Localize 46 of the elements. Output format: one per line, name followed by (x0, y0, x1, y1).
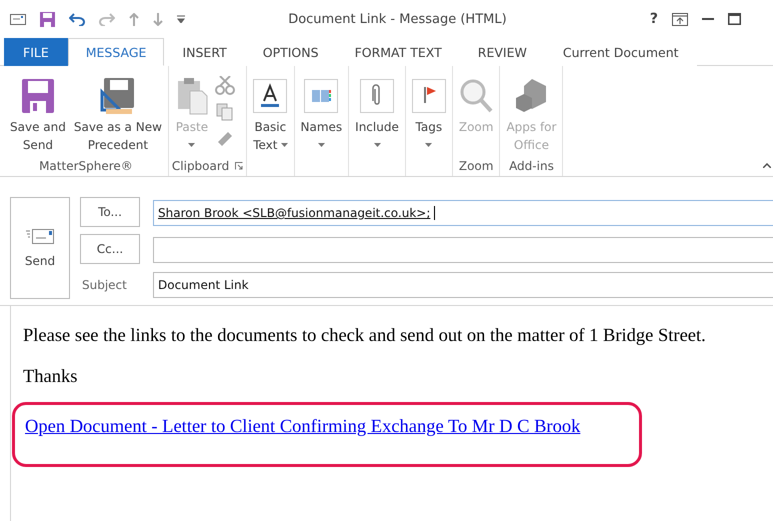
address-book-icon (304, 79, 338, 113)
paperclip-icon (360, 79, 394, 113)
cc-field[interactable] (153, 237, 773, 263)
collapse-ribbon-icon[interactable] (763, 163, 771, 168)
floppy-ruler-icon (100, 78, 136, 114)
cc-button[interactable]: Cc... (80, 234, 140, 264)
message-text: Please see the links to the documents to check and send out on the matter of 1 Bridge Street. (23, 326, 707, 347)
window-title: Document Link - Message (HTML) (287, 12, 508, 26)
ribbon-display-icon[interactable] (672, 12, 688, 26)
group-label: Clipboard (172, 159, 230, 173)
maximize-icon[interactable] (728, 13, 741, 25)
help-button[interactable]: ? (650, 11, 658, 27)
group-label: Add-ins (509, 159, 554, 173)
subject-label: Subject (81, 278, 128, 292)
envelope-icon (26, 228, 54, 244)
ribbon-button[interactable]: Save and Send (7, 72, 69, 156)
caret-icon (280, 143, 288, 147)
group-label: MatterSphere® (39, 159, 133, 173)
caret-icon (188, 143, 196, 147)
ribbon-button[interactable]: Names (298, 72, 346, 156)
clipboard-icon (176, 77, 208, 115)
font-color-icon (253, 79, 288, 113)
ribbon-button[interactable]: Save as a New Precedent (70, 72, 165, 156)
customize-icon[interactable] (177, 15, 185, 23)
caret-icon (374, 143, 380, 147)
ribbon-button[interactable]: Tags (408, 72, 449, 156)
save-icon[interactable] (40, 12, 55, 26)
envelope-icon[interactable] (10, 14, 26, 24)
send-button[interactable]: Send (10, 197, 70, 299)
to-button[interactable]: To... (80, 197, 140, 227)
caret-icon (318, 143, 325, 147)
ribbon-tab[interactable]: MESSAGE (68, 38, 164, 66)
flag-icon (412, 79, 446, 113)
cubes-icon (514, 78, 548, 114)
document-link[interactable]: Open Document - Letter to Client Confirming Exchange To Mr D C Brook (25, 417, 580, 437)
message-text: Thanks (23, 367, 78, 388)
magnifier-icon (459, 78, 494, 114)
to-field[interactable]: Sharon Brook <SLB@fusionmanageit.co.uk>; (153, 200, 773, 226)
group-label: Zoom (458, 159, 494, 173)
caret-icon (425, 143, 432, 147)
dialog-launcher-icon[interactable] (235, 162, 244, 170)
ribbon-button[interactable]: Include (352, 72, 402, 156)
ribbon-tab[interactable]: FILE (4, 38, 68, 66)
ribbon-button[interactable]: Basic Text (250, 72, 290, 156)
subject-field[interactable]: Document Link (153, 272, 773, 298)
undo-icon[interactable] (69, 12, 85, 26)
